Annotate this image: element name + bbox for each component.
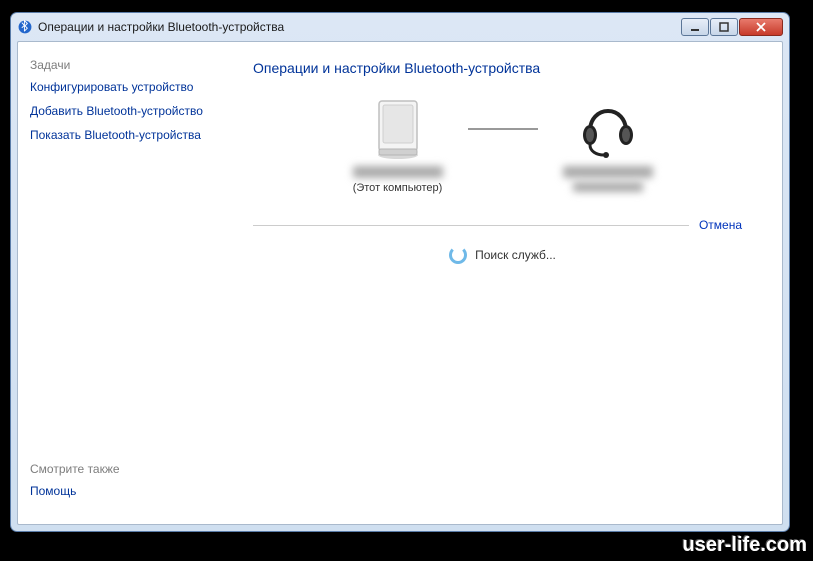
progress-text: Поиск служб... <box>475 248 556 262</box>
see-also-heading: Смотрите также <box>30 462 231 476</box>
sidebar-link-help[interactable]: Помощь <box>30 484 231 498</box>
headset-name-redacted <box>563 166 653 178</box>
sidebar-link-add[interactable]: Добавить Bluetooth-устройство <box>30 104 231 118</box>
main-panel: Операции и настройки Bluetooth-устройств… <box>243 42 782 524</box>
progress-row: Поиск служб... <box>253 246 752 264</box>
device-headset <box>538 94 678 194</box>
divider-line <box>253 225 689 226</box>
divider-row: Отмена <box>253 218 742 232</box>
sidebar: Задачи Конфигурировать устройство Добави… <box>18 42 243 524</box>
close-button[interactable] <box>739 18 783 36</box>
sidebar-link-show[interactable]: Показать Bluetooth-устройства <box>30 128 231 142</box>
bluetooth-icon <box>17 19 33 35</box>
computer-name-redacted <box>353 166 443 178</box>
computer-icon <box>373 94 423 164</box>
maximize-button[interactable] <box>710 18 738 36</box>
spinner-icon <box>449 246 467 264</box>
watermark: user-life.com <box>683 534 807 557</box>
computer-sublabel: (Этот компьютер) <box>353 182 443 194</box>
titlebar[interactable]: Операции и настройки Bluetooth-устройств… <box>11 13 789 41</box>
main-heading: Операции и настройки Bluetooth-устройств… <box>253 60 752 76</box>
window-controls <box>681 18 783 36</box>
headset-icon <box>576 94 640 164</box>
connection-line <box>468 94 538 164</box>
minimize-button[interactable] <box>681 18 709 36</box>
headset-subname-redacted <box>573 182 643 192</box>
tasks-heading: Задачи <box>30 58 231 72</box>
client-area: Задачи Конфигурировать устройство Добави… <box>17 41 783 525</box>
cancel-link[interactable]: Отмена <box>699 218 742 232</box>
window-frame: Операции и настройки Bluetooth-устройств… <box>10 12 790 532</box>
sidebar-link-configure[interactable]: Конфигурировать устройство <box>30 80 231 94</box>
device-computer: (Этот компьютер) <box>328 94 468 194</box>
window-title: Операции и настройки Bluetooth-устройств… <box>38 20 681 34</box>
device-row: (Этот компьютер) <box>253 94 752 194</box>
